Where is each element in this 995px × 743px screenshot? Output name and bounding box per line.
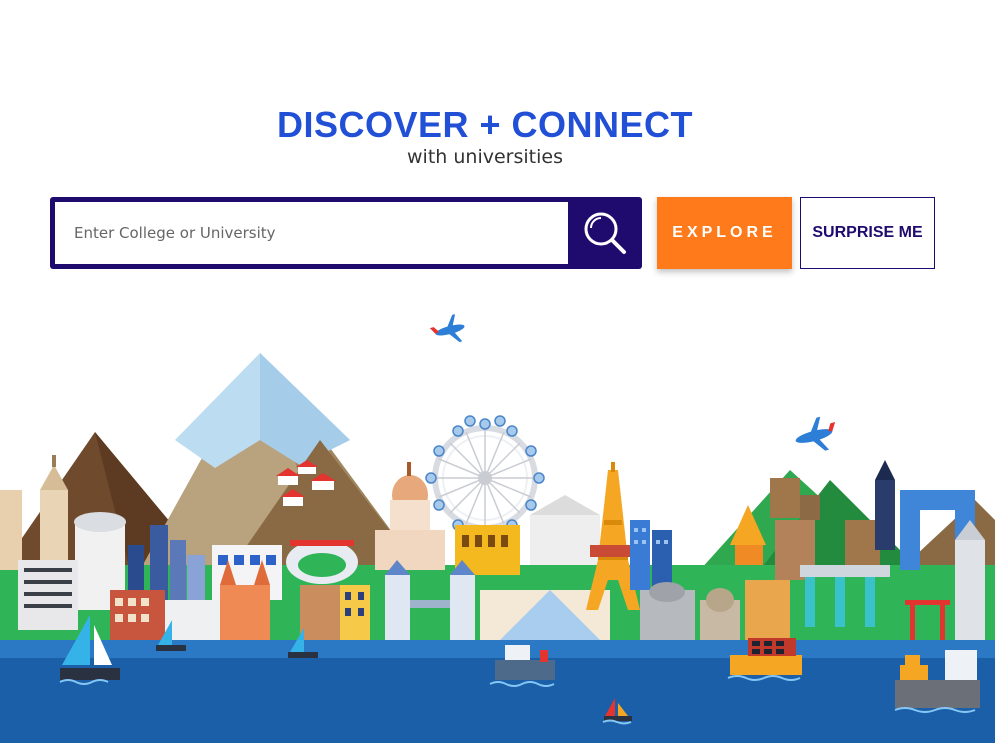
airplane-icon (429, 314, 465, 342)
explore-button[interactable]: EXPLORE (657, 197, 792, 269)
world-landmarks-illustration (0, 314, 995, 743)
search-icon (584, 212, 626, 254)
page-title: DISCOVER + CONNECT (276, 104, 694, 145)
page-subtitle: with universities (407, 146, 563, 168)
search-button[interactable] (568, 197, 642, 269)
airplane-icon (795, 416, 836, 451)
surprise-me-button[interactable]: SURPRISE ME (800, 197, 935, 269)
ferris-wheel (425, 415, 545, 531)
search-input[interactable] (55, 202, 568, 264)
search-bar (50, 197, 642, 269)
